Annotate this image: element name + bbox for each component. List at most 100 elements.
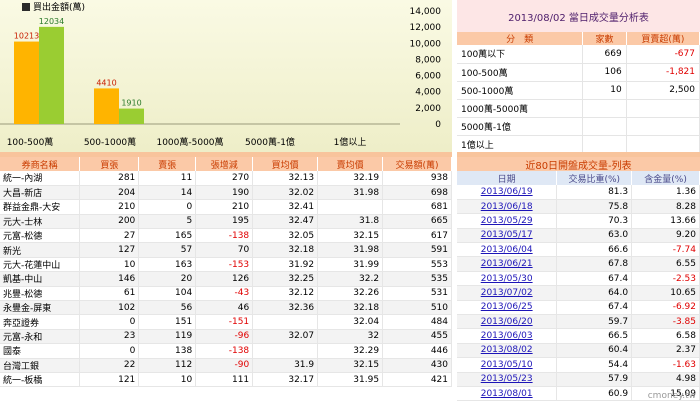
eighty-day-row: 2013/06/04 66.6 -7.74 (457, 242, 700, 258)
broker-row: 兆豐-松德 61 104 -43 32.12 32.26 531 (0, 286, 452, 302)
buy-avg-price (252, 314, 319, 330)
buy-avg-price: 32.07 (252, 329, 319, 345)
buy-avg-price: 32.41 (252, 199, 319, 215)
y-tick-label: 10,000 (410, 39, 442, 49)
eighty-day-row: 2013/06/03 66.5 6.58 (457, 328, 700, 344)
date-link[interactable]: 2013/05/29 (457, 213, 558, 229)
broker-header-cell: 賣張 (138, 157, 197, 171)
broker-name: 元大-士林 (0, 214, 81, 230)
summary-count (582, 135, 627, 154)
summary-net (626, 117, 700, 136)
sell-lots: 20 (138, 271, 197, 287)
buy-avg-price: 32.25 (252, 271, 319, 287)
date-link[interactable]: 2013/06/25 (457, 300, 558, 316)
broker-row: 奔亞證券 0 151 -151 32.04 484 (0, 314, 452, 330)
summary-header-cell: 分 類 (457, 32, 584, 45)
date-link[interactable]: 2013/08/02 (457, 343, 558, 359)
gold-content: 13.66 (631, 213, 700, 229)
gold-content: -2.53 (631, 271, 700, 287)
daily-volume-summary-panel: 2013/08/02 當日成交量分析表 分 類家數 買賣超(萬) 100萬以下 66… (457, 0, 700, 154)
buy-avg-price: 32.36 (252, 300, 319, 316)
summary-row: 1億以上 (457, 135, 700, 154)
broker-name: 國泰 (0, 343, 81, 359)
date-link[interactable]: 2013/05/17 (457, 228, 558, 244)
date-link[interactable]: 2013/05/30 (457, 271, 558, 287)
date-link[interactable]: 2013/06/20 (457, 314, 558, 330)
gold-content: 10.65 (631, 285, 700, 301)
broker-table-panel: 券商名稱 買張 賣張 張增減 買均價 賣均價 交易額(萬) 統一-內湖 281 11 270 32.… (0, 157, 452, 402)
buy-avg-price: 32.18 (252, 242, 319, 258)
eighty-day-row: 2013/05/29 70.3 13.66 (457, 213, 700, 229)
summary-category: 1億以上 (457, 135, 584, 154)
eighty-day-row: 2013/07/02 64.0 10.65 (457, 285, 700, 301)
broker-name: 群益金鼎-大安 (0, 199, 81, 215)
buy-lots: 210 (79, 199, 140, 215)
bar-value-label: 12034 (39, 17, 64, 26)
summary-title: 2013/08/02 當日成交量分析表 (457, 0, 700, 32)
buy-lots: 61 (79, 286, 140, 302)
summary-count: 106 (582, 63, 627, 82)
lot-change: 210 (195, 199, 254, 215)
buy-avg-price: 32.12 (252, 286, 319, 302)
broker-header-cell: 買均價 (252, 157, 319, 171)
date-link[interactable]: 2013/07/02 (457, 285, 558, 301)
buy-lots: 0 (79, 314, 140, 330)
eighty-day-header-row: 日期 交易比重(%) 含金量(%) (457, 171, 700, 185)
broker-name: 永豐金-屏東 (0, 300, 81, 316)
gold-content: 8.28 (631, 199, 700, 215)
trade-ratio: 54.4 (556, 357, 633, 373)
date-link[interactable]: 2013/05/23 (457, 372, 558, 387)
sell-avg-price: 32.29 (317, 343, 384, 359)
trade-amount: 938 (382, 171, 452, 186)
gold-content: -7.74 (631, 242, 700, 258)
date-link[interactable]: 2013/06/18 (457, 199, 558, 215)
trade-amount-chart: 0 2,000 4,000 6,000 8,000 10,000 12,000 14,000 買… (0, 0, 452, 152)
x-category-label: 1000萬-5000萬 (156, 136, 223, 148)
date-link[interactable]: 2013/06/21 (457, 256, 558, 272)
trade-amount: 617 (382, 228, 452, 244)
broker-name: 元富-永和 (0, 329, 81, 345)
broker-name: 新光 (0, 242, 81, 258)
buy-lots: 0 (79, 343, 140, 359)
date-link[interactable]: 2013/06/19 (457, 185, 558, 200)
eighty-day-header-cell: 日期 (457, 171, 558, 185)
y-tick-label: 2,000 (415, 104, 441, 114)
broker-row: 新光 127 57 70 32.18 31.98 591 (0, 242, 452, 258)
summary-row: 100萬以下 669 -677 (457, 45, 700, 64)
broker-header-cell: 賣均價 (317, 157, 384, 171)
lot-change: -96 (195, 329, 254, 345)
y-tick-label: 8,000 (415, 55, 441, 65)
trade-ratio: 64.0 (556, 285, 633, 301)
trade-amount: 510 (382, 300, 452, 316)
date-link[interactable]: 2013/05/10 (457, 357, 558, 373)
y-tick-label: 14,000 (410, 7, 442, 17)
broker-row: 群益金鼎-大安 210 0 210 32.41 681 (0, 199, 452, 215)
date-link[interactable]: 2013/08/01 (457, 386, 558, 402)
trade-ratio: 63.0 (556, 228, 633, 244)
sell-lots: 10 (138, 372, 197, 388)
summary-count: 669 (582, 45, 627, 64)
trade-amount: 531 (382, 286, 452, 302)
gold-content: -1.63 (631, 357, 700, 373)
eighty-day-row: 2013/05/17 63.0 9.20 (457, 228, 700, 244)
eighty-day-panel: 近80日開盤成交量-列表 日期 交易比重(%) 含金量(%) 2013/06/19 8… (457, 157, 700, 402)
gold-content: 9.20 (631, 228, 700, 244)
eighty-day-row: 2013/06/19 81.3 1.36 (457, 185, 700, 200)
buy-lots: 121 (79, 372, 140, 388)
summary-row: 100-500萬 106 -1,821 (457, 63, 700, 82)
broker-table: 券商名稱 買張 賣張 張增減 買均價 賣均價 交易額(萬) 統一-內湖 281 11 270 32.… (0, 157, 452, 388)
eighty-day-row: 2013/05/23 57.9 4.98 (457, 372, 700, 387)
sell-lots: 151 (138, 314, 197, 330)
y-tick-label: 0 (435, 120, 441, 130)
date-link[interactable]: 2013/06/03 (457, 328, 558, 344)
trade-ratio: 70.3 (556, 213, 633, 229)
summary-net (626, 99, 700, 118)
broker-name: 大昌-新店 (0, 185, 81, 201)
sell-avg-price: 32.26 (317, 286, 384, 302)
date-link[interactable]: 2013/06/04 (457, 242, 558, 258)
lot-change: 195 (195, 214, 254, 230)
trade-ratio: 75.8 (556, 199, 633, 215)
y-tick-label: 4,000 (415, 88, 441, 98)
trade-amount: 430 (382, 358, 452, 373)
trade-amount: 591 (382, 242, 452, 258)
